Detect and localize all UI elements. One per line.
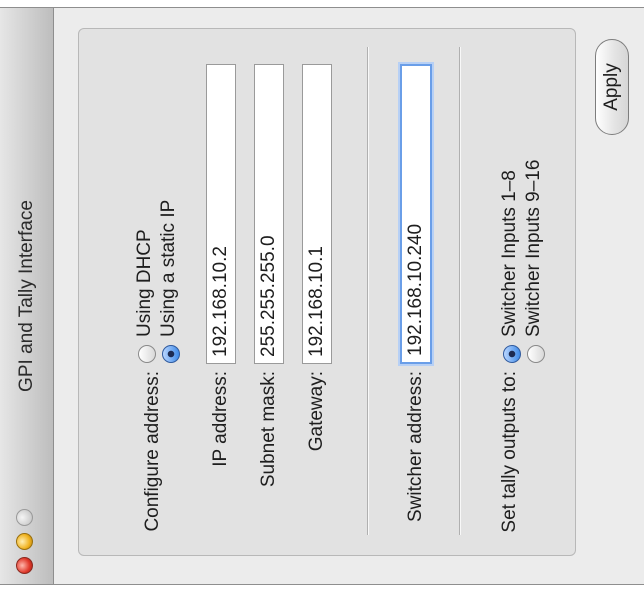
apply-button[interactable]: Apply — [595, 39, 629, 135]
separator — [459, 47, 461, 535]
gateway-field[interactable]: 192.168.10.1 — [302, 64, 332, 364]
configure-address-label: Configure address: — [142, 371, 163, 532]
inputs-9-16-radio[interactable] — [527, 345, 545, 363]
rotated-dialog: GPI and Tally Interface Configure addres… — [0, 0, 644, 593]
ip-address-field[interactable]: 192.168.10.2 — [206, 64, 236, 364]
inputs-1-8-radio[interactable] — [503, 345, 521, 363]
static-ip-radio-label[interactable]: Using a static IP — [158, 200, 180, 337]
gateway-label: Gateway: — [306, 371, 327, 452]
switcher-address-field[interactable]: 192.168.10.240 — [400, 64, 432, 364]
static-ip-radio[interactable] — [162, 345, 180, 363]
settings-group: Configure address: Using DHCP Using a st… — [78, 28, 576, 556]
title-bar[interactable]: GPI and Tally Interface — [0, 7, 54, 585]
ip-address-label: IP address: — [210, 371, 231, 467]
inputs-1-8-radio-label[interactable]: Switcher Inputs 1–8 — [499, 170, 521, 337]
inputs-9-16-radio-label[interactable]: Switcher Inputs 9–16 — [523, 160, 545, 337]
separator — [367, 47, 369, 535]
dhcp-radio[interactable] — [138, 345, 156, 363]
dhcp-radio-label[interactable]: Using DHCP — [134, 229, 156, 337]
switcher-address-label: Switcher address: — [405, 371, 426, 523]
window-title: GPI and Tally Interface — [16, 200, 37, 392]
window-body: Configure address: Using DHCP Using a st… — [54, 7, 644, 585]
subnet-mask-field[interactable]: 255.255.255.0 — [254, 64, 284, 364]
subnet-mask-label: Subnet mask: — [258, 371, 279, 488]
tally-outputs-label: Set tally outputs to: — [499, 371, 520, 533]
